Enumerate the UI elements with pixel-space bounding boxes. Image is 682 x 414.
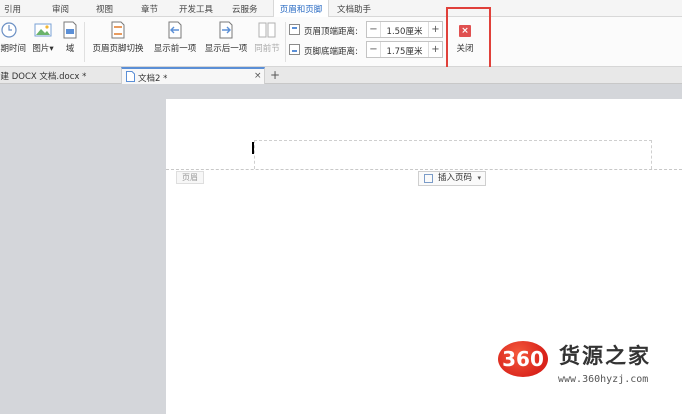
- tab-section[interactable]: 章节: [141, 3, 158, 15]
- tab-doc-assistant[interactable]: 文档助手: [337, 3, 371, 15]
- field-icon: [63, 21, 77, 39]
- increase-button[interactable]: +: [428, 22, 442, 37]
- show-previous-icon: [168, 21, 182, 39]
- ribbon-toolbar: 日期时间 图片▾ 域 页眉页脚切换 显示前一项 显示后一项 同前节 页眉顶端距离…: [0, 17, 682, 67]
- footer-bottom-distance-value[interactable]: 1.75厘米: [382, 45, 427, 57]
- insert-page-number-label: 插入页码: [438, 173, 473, 183]
- close-label: 关闭: [456, 44, 474, 54]
- ribbon-separator: [84, 22, 85, 62]
- header-distance-icon: [289, 24, 300, 35]
- show-next-button[interactable]: 显示后一项: [203, 21, 249, 54]
- footer-distance-icon: [289, 44, 300, 55]
- ribbon-separator: [285, 22, 286, 62]
- show-previous-button[interactable]: 显示前一项: [152, 21, 198, 54]
- document-icon: [126, 71, 135, 82]
- tab-developer[interactable]: 开发工具: [179, 3, 213, 15]
- increase-button[interactable]: +: [428, 42, 442, 57]
- same-as-previous-label: 同前节: [254, 44, 280, 54]
- switch-header-footer-icon: [111, 21, 125, 39]
- field-label: 域: [65, 44, 75, 54]
- tab-view[interactable]: 视图: [96, 3, 113, 15]
- document-tab-docx[interactable]: 新建 DOCX 文档.docx *: [0, 67, 120, 84]
- close-icon: ×: [459, 25, 471, 37]
- field-button[interactable]: 域: [62, 21, 78, 54]
- header-edit-area[interactable]: [254, 140, 652, 169]
- picture-label: 图片: [32, 44, 50, 54]
- picture-icon: [34, 23, 52, 37]
- watermark-logo: 360: [498, 341, 548, 377]
- add-tab-button[interactable]: +: [270, 68, 280, 82]
- tab-review[interactable]: 审阅: [52, 3, 69, 15]
- datetime-button[interactable]: 日期时间: [0, 21, 26, 54]
- same-as-previous-icon: [258, 22, 276, 38]
- ribbon-tab-bar: 引用 审阅 视图 章节 开发工具 云服务 页眉和页脚 文档助手: [0, 0, 682, 17]
- chevron-down-icon: ▾: [477, 174, 481, 182]
- show-next-icon: [219, 21, 233, 39]
- header-boundary-line: [166, 169, 682, 170]
- decrease-button[interactable]: −: [367, 22, 381, 37]
- header-top-distance-label: 页眉顶端距离:: [304, 27, 358, 37]
- chevron-down-icon: ▾: [49, 44, 54, 54]
- close-header-footer-button[interactable]: × 关闭: [452, 25, 478, 54]
- datetime-label: 日期时间: [0, 44, 27, 54]
- tab-cloud[interactable]: 云服务: [232, 3, 258, 15]
- tab-header-footer[interactable]: 页眉和页脚: [273, 0, 329, 17]
- document-tab-bar: 新建 DOCX 文档.docx * 文档2 * × +: [0, 67, 682, 84]
- show-next-label: 显示后一项: [204, 44, 248, 54]
- clock-icon: [1, 22, 17, 38]
- document-tab-title: 新建 DOCX 文档.docx *: [0, 72, 87, 82]
- show-previous-label: 显示前一项: [153, 44, 197, 54]
- insert-page-number-button[interactable]: 插入页码 ▾: [418, 171, 486, 186]
- document-tab-doc2[interactable]: 文档2 * ×: [121, 67, 265, 84]
- document-tab-title: 文档2 *: [138, 74, 168, 84]
- tab-references[interactable]: 引用: [4, 3, 21, 15]
- header-top-distance-value[interactable]: 1.50厘米: [382, 25, 427, 37]
- decrease-button[interactable]: −: [367, 42, 381, 57]
- text-cursor: [252, 142, 254, 154]
- close-tab-icon[interactable]: ×: [254, 71, 262, 81]
- header-top-distance-stepper[interactable]: − 1.50厘米 +: [366, 21, 443, 38]
- same-as-previous-button[interactable]: 同前节: [254, 21, 280, 54]
- header-tag: 页眉: [176, 171, 204, 184]
- watermark-url: www.360hyzj.com: [558, 374, 649, 385]
- switch-header-footer-button[interactable]: 页眉页脚切换: [90, 21, 146, 54]
- footer-bottom-distance-label: 页脚底端距离:: [304, 47, 358, 57]
- picture-button[interactable]: 图片▾: [30, 21, 56, 54]
- page-number-icon: [424, 174, 433, 183]
- watermark-site-name: 货源之家: [559, 344, 651, 368]
- switch-header-footer-label: 页眉页脚切换: [92, 44, 144, 54]
- footer-bottom-distance-stepper[interactable]: − 1.75厘米 +: [366, 41, 443, 58]
